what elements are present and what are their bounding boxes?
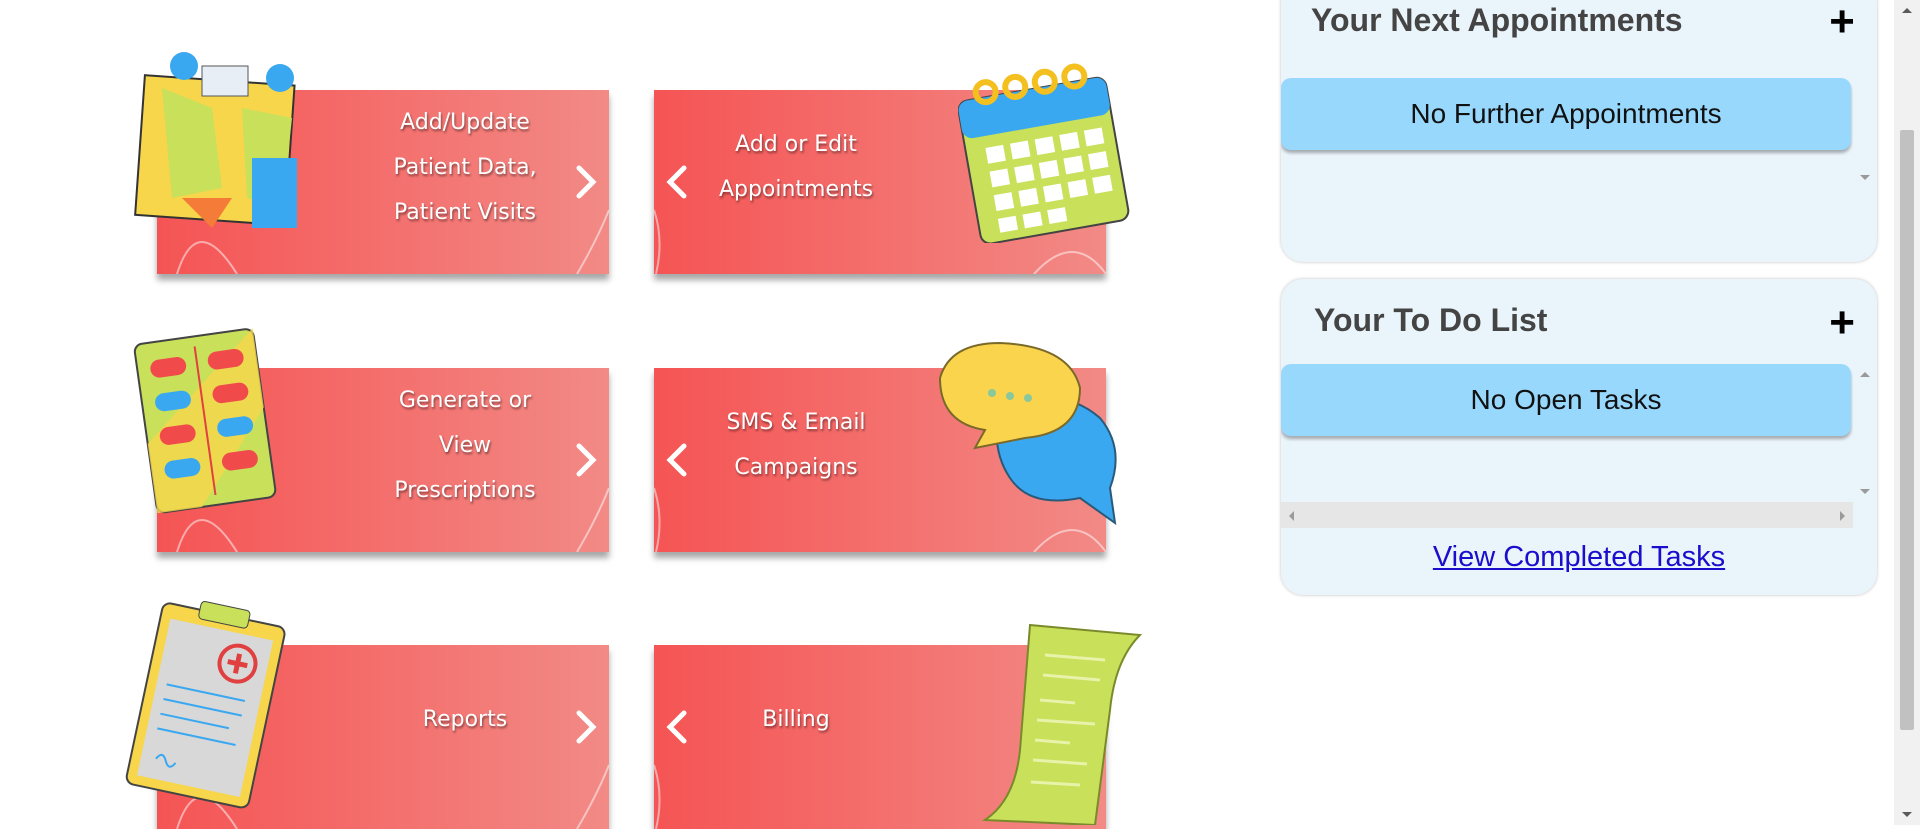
view-completed-tasks-link[interactable]: View Completed Tasks — [1433, 541, 1725, 573]
scroll-down-arrow-icon[interactable] — [1901, 811, 1913, 819]
completed-tasks-link-wrap: View Completed Tasks — [1281, 541, 1877, 574]
doctor-patient-illustration — [134, 52, 297, 228]
todo-panel: Your To Do List + No Open Tasks View Com… — [1281, 279, 1877, 595]
chevron-right-icon — [576, 710, 597, 744]
todo-horizontal-scrollbar[interactable] — [1281, 502, 1853, 528]
appointments-panel-title: Your Next Appointments — [1311, 2, 1683, 38]
tile-label: Add or Edit Appointments — [718, 132, 874, 202]
scroll-down-arrow-icon[interactable] — [1859, 488, 1871, 496]
pill-pack-illustration — [133, 328, 277, 514]
chevron-right-icon — [576, 165, 597, 199]
scroll-up-arrow-icon[interactable] — [1859, 370, 1871, 378]
todo-panel-title: Your To Do List — [1314, 302, 1548, 338]
tile-label: Billing — [762, 707, 830, 732]
tile-label: SMS & Email Campaigns — [726, 410, 866, 480]
chevron-left-icon — [666, 165, 687, 199]
page-scrollbar[interactable] — [1894, 0, 1920, 825]
tile-label: Add/Update Patient Data, Patient Visits — [393, 110, 537, 225]
scroll-left-arrow-icon[interactable] — [1287, 510, 1295, 522]
calendar-illustration — [958, 63, 1130, 243]
appointments-panel: Your Next Appointments + No Further Appo… — [1281, 0, 1877, 262]
appointments-scrollbar[interactable] — [1853, 0, 1877, 200]
no-appointments-message: No Further Appointments — [1281, 78, 1851, 150]
clipboard-illustration — [125, 601, 286, 809]
chevron-left-icon — [666, 710, 687, 744]
page-scrollbar-thumb[interactable] — [1900, 130, 1914, 730]
no-tasks-message: No Open Tasks — [1281, 364, 1851, 436]
scroll-up-arrow-icon[interactable] — [1901, 6, 1913, 14]
chevron-right-icon — [576, 443, 597, 477]
chat-bubbles-illustration — [938, 341, 1117, 526]
tile-label: Reports — [422, 707, 508, 732]
scroll-down-arrow-icon[interactable] — [1859, 174, 1871, 182]
scroll-right-arrow-icon[interactable] — [1839, 510, 1847, 522]
add-task-plus-icon[interactable]: + — [1829, 301, 1855, 345]
chevron-left-icon — [666, 443, 687, 477]
todo-vertical-scrollbar[interactable] — [1853, 364, 1877, 504]
add-appointment-plus-icon[interactable]: + — [1829, 0, 1855, 44]
receipt-illustration — [981, 623, 1143, 825]
tile-label: Generate or View Prescriptions — [394, 388, 536, 503]
